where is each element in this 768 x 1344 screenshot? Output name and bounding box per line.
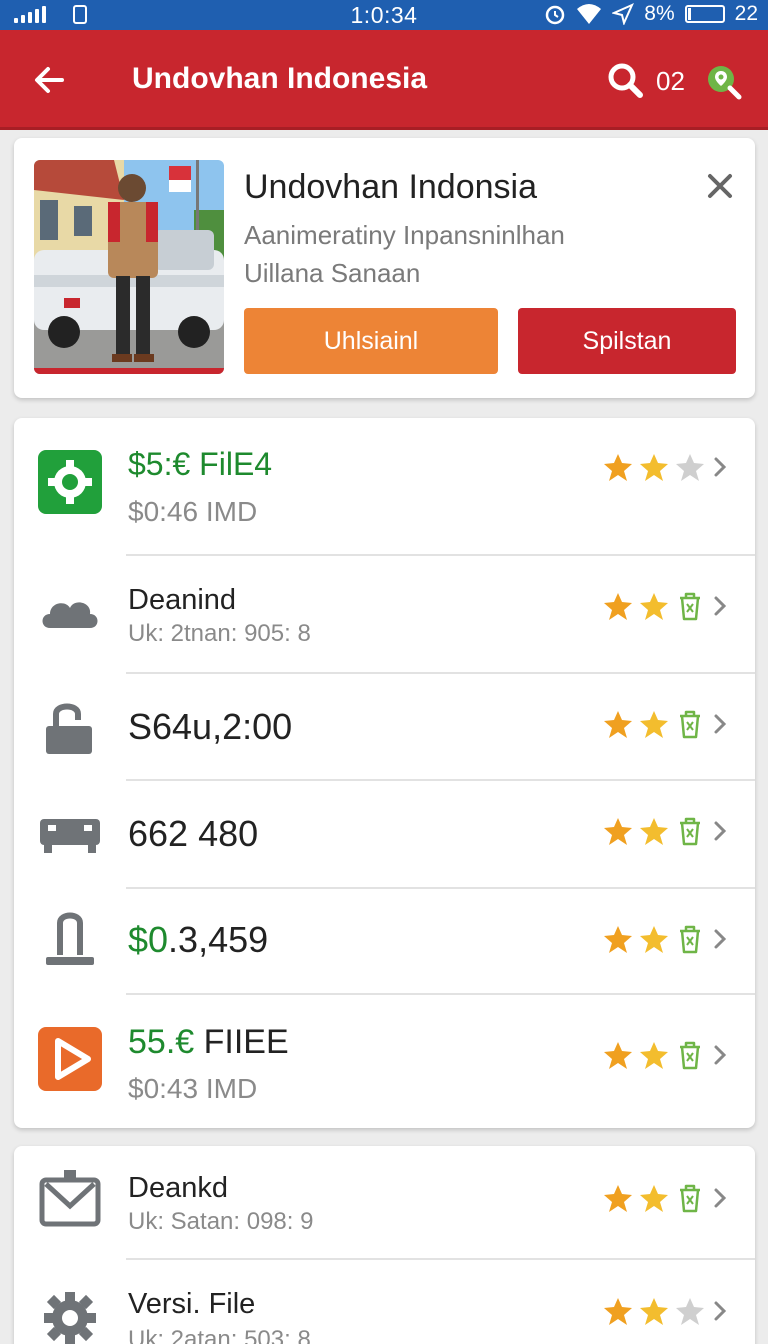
item-subtitle: Uk: 2tnan: 905: 8 [128,620,311,647]
list-item[interactable]: 662 480 [14,781,755,889]
status-right: 8% 22 [544,2,758,26]
list-item[interactable]: Deankd Uk: Satan: 098: 9 [14,1146,755,1260]
item-actions [603,1296,731,1326]
wifi-icon [577,4,602,24]
item-title: 55.€ FIIEE [128,1023,289,1061]
battery-percent: 8% [644,2,675,25]
item-actions [603,1039,731,1071]
item-title: Deankd [128,1172,228,1204]
star-filled-icon [604,711,632,738]
star-filled-icon [640,1185,668,1212]
item-actions [603,452,731,482]
alarm-icon [546,5,565,25]
item-title: $0.3,459 [128,919,269,960]
item-title: $5:€ FilE4 [128,446,273,482]
primary-action-button[interactable]: Uhlsiainl [244,308,498,374]
item-actions [603,815,731,847]
trash-icon[interactable] [675,815,705,847]
profile-card: Undovhan Indonsia Aanimeratiny Inpansnin… [14,138,755,398]
trash-icon[interactable] [675,708,705,740]
app-title: Undovhan Indonesia [132,62,428,95]
item-subtitle: $0:46 IMD [128,496,258,527]
item-subtitle: Uk: 2atan: 503: 8 [128,1326,311,1344]
item-actions [603,923,731,955]
trash-icon[interactable] [675,1182,705,1214]
star-filled-icon [604,1185,632,1212]
star-filled-icon [640,454,668,481]
mail-check-icon [39,1170,101,1227]
chevron-right-icon[interactable] [711,1183,731,1213]
profile-photo [34,160,224,374]
star-empty-icon[interactable] [675,452,705,482]
gear-square-icon [38,450,102,514]
star-filled-icon [604,818,632,845]
back-arrow-icon[interactable] [30,60,70,100]
item-actions [603,1182,731,1214]
location-arrow-icon [612,3,635,25]
status-extra: 22 [734,2,758,25]
list-item[interactable]: S64u,2:00 [14,674,755,781]
item-actions [603,708,731,740]
profile-title: Undovhan Indonsia [244,168,538,206]
star-empty-icon[interactable] [675,1296,705,1326]
chevron-right-icon[interactable] [711,816,731,846]
list-item[interactable]: Deanind Uk: 2tnan: 905: 8 [14,556,755,674]
search-icon[interactable] [605,60,645,100]
plug-icon [46,912,94,965]
star-filled-icon [604,1042,632,1069]
lock-icon [46,703,92,754]
list-item[interactable]: 55.€ FIIEE $0:43 IMD [14,995,755,1128]
star-filled-icon [604,1298,632,1325]
close-icon[interactable] [706,172,734,200]
list-item[interactable]: $5:€ FilE4 $0:46 IMD [14,418,755,556]
item-subtitle: $0:43 IMD [128,1073,258,1104]
star-filled-icon [604,454,632,481]
file-list-secondary: Deankd Uk: Satan: 098: 9 Versi. File Uk:… [14,1146,755,1344]
star-filled-icon [640,1298,668,1325]
star-filled-icon [640,1042,668,1069]
file-list: $5:€ FilE4 $0:46 IMD Deanind Uk: 2tnan: … [14,418,755,1128]
chevron-right-icon[interactable] [711,709,731,739]
result-count: 02 [656,66,685,96]
star-filled-icon [604,593,632,620]
list-item[interactable]: Versi. File Uk: 2atan: 503: 8 [14,1260,755,1344]
profile-subtitle: Aanimeratiny Inpansninlhan [244,220,565,250]
gear-icon [44,1292,96,1344]
trash-icon[interactable] [675,923,705,955]
trash-icon[interactable] [675,590,705,622]
item-title: S64u,2:00 [128,706,293,747]
item-title: Deanind [128,584,237,616]
app-bar: Undovhan Indonesia 02 [0,30,768,130]
secondary-action-button[interactable]: Spilstan [518,308,736,374]
trash-icon[interactable] [675,1039,705,1071]
item-title: 662 480 [128,813,259,854]
item-title: Versi. File [128,1288,256,1320]
star-filled-icon [640,711,668,738]
chevron-right-icon[interactable] [711,452,731,482]
chevron-right-icon[interactable] [711,1040,731,1070]
chevron-right-icon[interactable] [711,924,731,954]
item-actions [603,590,731,622]
item-subtitle: Uk: Satan: 098: 9 [128,1208,314,1235]
star-filled-icon [640,593,668,620]
map-search-icon[interactable] [706,64,742,100]
list-item[interactable]: $0.3,459 [14,889,755,995]
chevron-right-icon[interactable] [711,591,731,621]
star-filled-icon [604,926,632,953]
profile-location: Uillana Sanaan [244,258,421,288]
chevron-right-icon[interactable] [711,1296,731,1326]
status-bar: 1:0:34 8% 22 [0,0,768,30]
star-filled-icon [640,818,668,845]
cloud-icon [42,602,98,628]
battery-icon [684,5,725,23]
tray-icon [40,819,100,853]
star-filled-icon [640,926,668,953]
play-icon [38,1027,102,1091]
